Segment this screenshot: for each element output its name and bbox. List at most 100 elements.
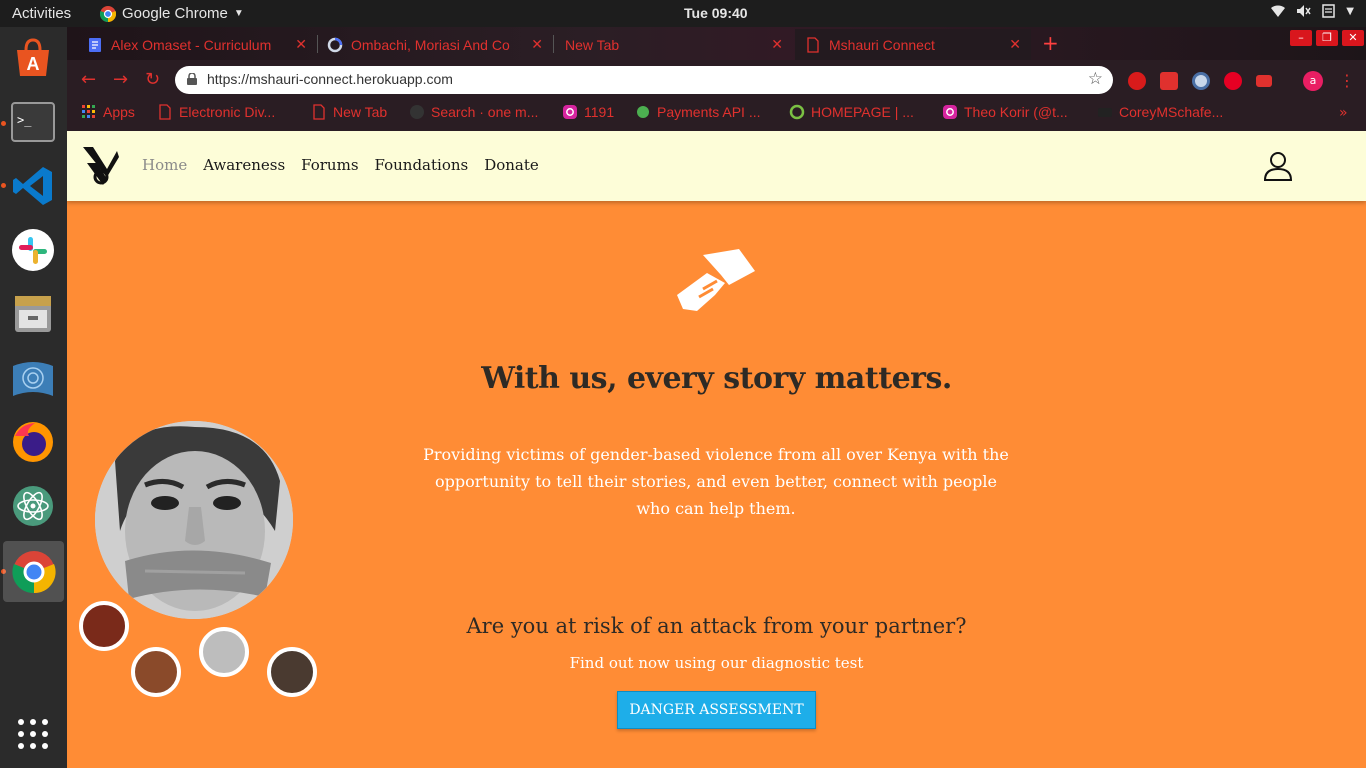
- app-menu[interactable]: Google Chrome ▼: [100, 5, 244, 22]
- dock: A >_: [0, 27, 67, 768]
- address-bar[interactable]: https://mshauri-connect.herokuapp.com ☆: [175, 66, 1113, 94]
- terminal-launcher[interactable]: >_: [10, 99, 56, 145]
- pinterest-icon[interactable]: [1224, 72, 1242, 90]
- adblock-extension-icon[interactable]: [1128, 72, 1146, 90]
- bookmark-coreymschafer[interactable]: CoreyMSchafe...: [1097, 104, 1223, 120]
- tab-title: Ombachi, Moriasi And Co: [351, 36, 510, 53]
- tab-mshauri-connect[interactable]: Mshauri Connect ✕: [795, 29, 1031, 60]
- nav-foundations[interactable]: Foundations: [375, 156, 469, 174]
- close-window-button[interactable]: ✕: [1342, 30, 1364, 46]
- bookmark-apps[interactable]: Apps: [81, 104, 135, 120]
- bookmark-search[interactable]: Search · one m...: [409, 104, 538, 120]
- bookmark-theo-korir[interactable]: Theo Korir (@t...: [942, 104, 1068, 120]
- activities-button[interactable]: Activities: [12, 5, 71, 22]
- chevron-down-icon: ▼: [1346, 5, 1354, 17]
- web-page: Home Awareness Forums Foundations Donate…: [67, 131, 1366, 768]
- show-applications-button[interactable]: [10, 711, 56, 757]
- diagnostic-hint: Find out now using our diagnostic test: [569, 654, 864, 672]
- chrome-icon: [100, 5, 116, 22]
- atom-icon: [13, 486, 53, 526]
- loading-icon: [327, 37, 343, 52]
- bookmark-label: Search · one m...: [431, 104, 539, 120]
- silenced-face-image: [95, 421, 293, 619]
- app-menu-label: Google Chrome: [122, 5, 228, 22]
- mshauri-logo[interactable]: [81, 145, 121, 187]
- maximize-button[interactable]: ❐: [1316, 30, 1338, 46]
- firefox-launcher[interactable]: [10, 419, 56, 465]
- chrome-icon: [11, 550, 56, 593]
- bookmark-label: Electronic Div...: [179, 104, 276, 120]
- close-icon[interactable]: ✕: [1009, 36, 1021, 53]
- wifi-icon: [1271, 5, 1286, 17]
- bookmark-homepage[interactable]: HOMEPAGE | ...: [789, 104, 914, 120]
- software-center-launcher[interactable]: A: [10, 35, 56, 81]
- lock-icon: [187, 73, 197, 85]
- media-extension-icon[interactable]: [1160, 72, 1178, 90]
- slack-launcher[interactable]: [10, 227, 56, 273]
- apps-grid-icon: [82, 105, 95, 118]
- bookmark-payments-api[interactable]: Payments API ...: [635, 104, 761, 120]
- site-nav-links: Home Awareness Forums Foundations Donate: [142, 156, 539, 174]
- bookmark-label: Payments API ...: [657, 104, 761, 120]
- instagram-icon: [943, 105, 957, 119]
- cast-extension-icon[interactable]: [1256, 75, 1272, 87]
- bookmark-label: 1191: [584, 104, 615, 120]
- clock[interactable]: Tue 09:40: [684, 5, 748, 21]
- files-launcher[interactable]: [10, 291, 56, 337]
- software-center-icon: A: [17, 38, 49, 76]
- docs-icon: [89, 37, 101, 52]
- running-indicator: [1, 121, 6, 126]
- close-icon[interactable]: ✕: [771, 36, 783, 53]
- globe-app-icon: [13, 362, 53, 396]
- firefox-icon: [13, 422, 53, 462]
- profile-avatar[interactable]: a: [1303, 71, 1323, 91]
- hero-headline: With us, every story matters.: [481, 361, 952, 396]
- window-controls: – ❐ ✕: [1290, 30, 1364, 46]
- vscode-launcher[interactable]: [10, 163, 56, 209]
- nav-home[interactable]: Home: [142, 156, 187, 174]
- nav-forums[interactable]: Forums: [301, 156, 358, 174]
- more-bookmarks-icon[interactable]: »: [1339, 105, 1348, 121]
- reload-icon[interactable]: ↻: [145, 69, 160, 90]
- back-arrow-icon[interactable]: ←: [81, 69, 96, 90]
- volume-icon: [1297, 5, 1311, 17]
- user-account-icon[interactable]: [1263, 151, 1293, 181]
- browser-toolbar: ← → ↻ https://mshauri-connect.herokuapp.…: [67, 60, 1366, 100]
- tab-curriculum[interactable]: Alex Omaset - Curriculum ✕: [77, 29, 317, 60]
- circle-extension-icon[interactable]: [1192, 72, 1210, 90]
- instagram-icon: [563, 105, 577, 119]
- nav-awareness[interactable]: Awareness: [203, 156, 285, 174]
- minimize-button[interactable]: –: [1290, 30, 1312, 46]
- bookmark-1191[interactable]: 1191: [562, 104, 614, 120]
- terminal-icon: >_: [11, 102, 55, 142]
- bookmark-star-icon[interactable]: ☆: [1088, 69, 1103, 89]
- bookmark-new-tab[interactable]: New Tab: [311, 104, 387, 120]
- chrome-launcher[interactable]: [3, 541, 64, 602]
- tab-new-tab[interactable]: New Tab ✕: [555, 29, 793, 60]
- remmina-launcher[interactable]: [10, 355, 56, 401]
- atom-launcher[interactable]: [10, 483, 56, 529]
- safaricom-icon: [637, 106, 649, 118]
- svg-text:A: A: [27, 54, 40, 74]
- tab-ombachi[interactable]: Ombachi, Moriasi And Co ✕: [317, 29, 553, 60]
- page-icon: [159, 104, 171, 120]
- tab-strip: Alex Omaset - Curriculum ✕ Ombachi, Mori…: [67, 27, 1366, 60]
- system-tray[interactable]: ▼: [1270, 4, 1354, 18]
- forward-arrow-icon[interactable]: →: [113, 69, 128, 90]
- close-icon[interactable]: ✕: [295, 36, 307, 53]
- ring-icon: [789, 104, 805, 120]
- nav-donate[interactable]: Donate: [484, 156, 539, 174]
- menu-kebab-icon[interactable]: ⋮: [1339, 71, 1355, 90]
- danger-assessment-button[interactable]: DANGER ASSESSMENT: [617, 691, 816, 729]
- site-navbar: Home Awareness Forums Foundations Donate: [67, 131, 1366, 201]
- close-icon[interactable]: ✕: [531, 36, 543, 53]
- slack-icon: [12, 229, 54, 271]
- chevron-down-icon: ▼: [233, 8, 244, 19]
- tab-separator: [553, 35, 554, 53]
- tab-title: Mshauri Connect: [829, 36, 935, 53]
- bookmark-label: Apps: [103, 104, 135, 120]
- bookmark-label: HOMEPAGE | ...: [811, 104, 914, 120]
- bookmark-electronic-div[interactable]: Electronic Div...: [157, 104, 275, 120]
- tab-title: New Tab: [565, 36, 620, 53]
- new-tab-button[interactable]: +: [1042, 33, 1059, 53]
